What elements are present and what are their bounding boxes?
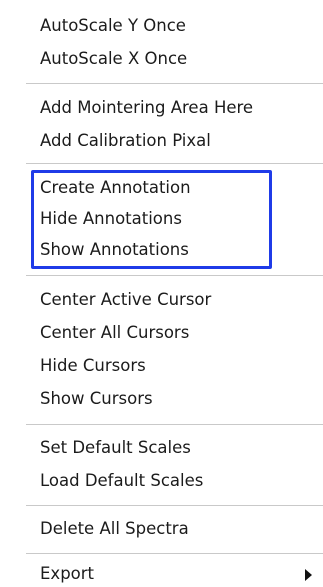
- menu-item-export[interactable]: Export: [40, 561, 94, 587]
- menu-item-center-active-cursor[interactable]: Center Active Cursor: [40, 287, 211, 313]
- context-menu: AutoScale Y Once AutoScale X Once Add Mo…: [0, 0, 323, 587]
- chevron-right-icon: [305, 569, 312, 581]
- menu-item-delete-all-spectra[interactable]: Delete All Spectra: [40, 516, 189, 542]
- menu-separator: [26, 424, 323, 425]
- menu-separator: [26, 163, 323, 164]
- menu-separator: [26, 505, 323, 506]
- menu-separator: [26, 275, 323, 276]
- menu-item-show-cursors[interactable]: Show Cursors: [40, 386, 153, 412]
- menu-item-add-monitoring-area-here[interactable]: Add Mointering Area Here: [40, 95, 253, 121]
- menu-item-hide-annotations[interactable]: Hide Annotations: [40, 206, 182, 232]
- menu-item-show-annotations[interactable]: Show Annotations: [40, 237, 189, 263]
- menu-item-add-calibration-pixal[interactable]: Add Calibration Pixal: [40, 128, 211, 154]
- menu-item-autoscale-y-once[interactable]: AutoScale Y Once: [40, 13, 186, 39]
- menu-item-load-default-scales[interactable]: Load Default Scales: [40, 468, 203, 494]
- menu-item-create-annotation[interactable]: Create Annotation: [40, 175, 191, 201]
- menu-separator: [26, 83, 323, 84]
- menu-item-center-all-cursors[interactable]: Center All Cursors: [40, 320, 189, 346]
- menu-item-hide-cursors[interactable]: Hide Cursors: [40, 353, 146, 379]
- menu-item-set-default-scales[interactable]: Set Default Scales: [40, 435, 191, 461]
- menu-separator: [26, 553, 323, 554]
- menu-item-autoscale-x-once[interactable]: AutoScale X Once: [40, 46, 187, 72]
